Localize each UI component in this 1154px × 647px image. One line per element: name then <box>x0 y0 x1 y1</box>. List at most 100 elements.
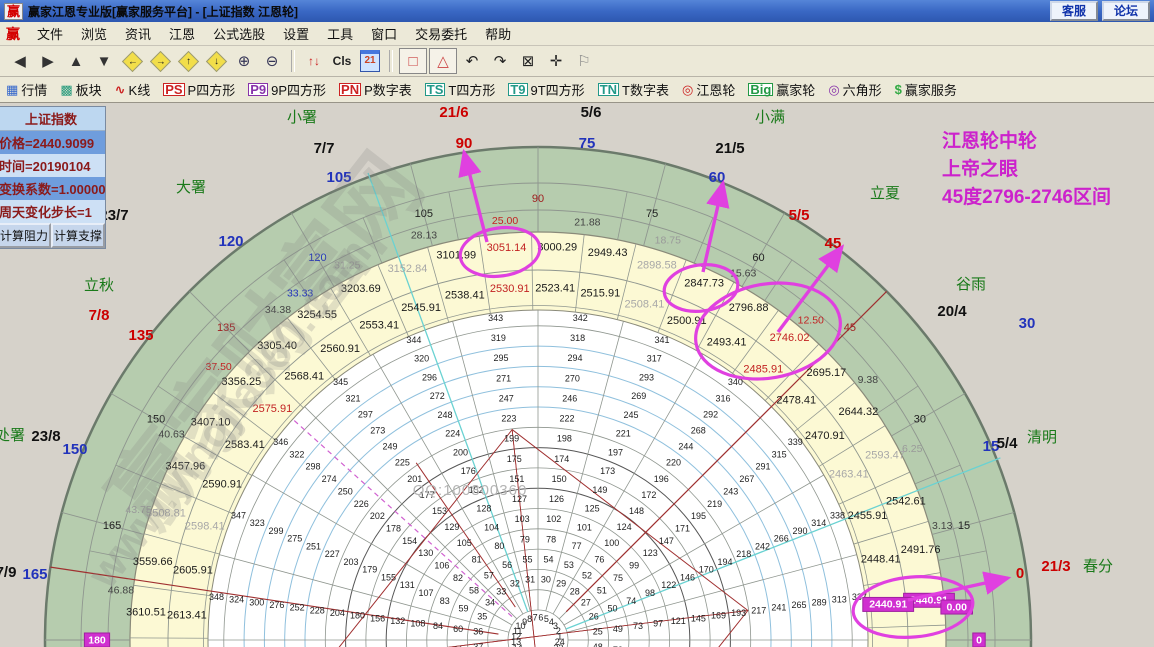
wheel-label: 204 <box>330 608 345 618</box>
wheel-label: 145 <box>691 613 706 623</box>
wheel-label: 324 <box>229 595 244 605</box>
wheel-label: 345 <box>333 377 348 387</box>
wheel-label: 275 <box>287 534 302 544</box>
wheel-label: 103 <box>515 514 530 524</box>
wheel-label: 34 <box>485 598 495 608</box>
wheel-label: 132 <box>390 616 405 626</box>
view-icon-9T四方形: T9 <box>508 83 527 96</box>
tool-↓-button[interactable]: ↓ <box>203 49 229 73</box>
wheel-label: 15 <box>958 520 970 532</box>
tool-⚐-button[interactable]: ⚐ <box>571 49 597 73</box>
wheel-label: 27 <box>581 598 591 608</box>
quote-row: 价格=2440.9099 <box>0 131 105 154</box>
wheel-label: 274 <box>322 474 337 484</box>
wheel-label: 53 <box>564 560 574 570</box>
view-button-赢家服务[interactable]: $赢家服务 <box>895 80 957 99</box>
wheel-label: 318 <box>570 333 585 343</box>
wheel-label: 30 <box>541 575 551 585</box>
solar-term-label: 小满 <box>755 109 785 126</box>
view-button-K线[interactable]: ∿K线 <box>115 80 151 99</box>
view-button-T四方形[interactable]: TST四方形 <box>425 80 496 99</box>
quote-row: 时间=20190104 <box>0 154 105 177</box>
wheel-label: 221 <box>616 429 631 439</box>
view-label: T数字表 <box>622 80 669 99</box>
tool-↑↓-button[interactable]: ↑↓ <box>301 49 327 73</box>
tool-↷-button[interactable]: ↷ <box>487 49 513 73</box>
tool-←-button[interactable]: ← <box>119 49 145 73</box>
wheel-label: 248 <box>437 410 452 420</box>
wheel-label: 243 <box>723 486 738 496</box>
wheel-label: 246 <box>562 393 577 403</box>
wheel-label: 153 <box>432 506 447 516</box>
wheel-label: 175 <box>507 454 522 464</box>
menu-item-资讯[interactable]: 资讯 <box>116 22 160 45</box>
view-icon-江恩轮: ◎ <box>682 82 693 98</box>
tool-⊖-button[interactable]: ⊖ <box>259 49 285 73</box>
tool-▶-button[interactable]: ▶ <box>35 49 61 73</box>
menu-item-帮助[interactable]: 帮助 <box>476 22 520 45</box>
wheel-label: 322 <box>289 449 304 459</box>
wheel-label: 293 <box>639 372 654 382</box>
tool-↶-button[interactable]: ↶ <box>459 49 485 73</box>
tool-Cls-button[interactable]: Cls <box>329 49 355 73</box>
quote-panel-rows: 价格=2440.9099时间=20190104变换系数=1.00000周天变化步… <box>0 131 105 223</box>
tool-→-button[interactable]: → <box>147 49 173 73</box>
quote-row: 周天变化步长=1 <box>0 200 105 223</box>
date-label: 21/6 <box>439 104 468 121</box>
wheel-label: 227 <box>325 549 340 559</box>
view-button-六角形[interactable]: ◎六角形 <box>828 80 881 99</box>
wheel-label: 37 <box>473 642 483 647</box>
view-button-赢家轮[interactable]: Big赢家轮 <box>748 80 815 99</box>
date-label: 5/5 <box>789 207 810 224</box>
view-label: 赢家服务 <box>905 80 957 99</box>
view-button-板块[interactable]: ▩板块 <box>60 80 101 99</box>
titlebar-button-客服[interactable]: 客服 <box>1050 1 1098 21</box>
date-label: 21/5 <box>715 140 744 157</box>
wheel-label: 97 <box>653 619 663 629</box>
wheel-label: 219 <box>707 499 722 509</box>
menu-item-交易委托[interactable]: 交易委托 <box>406 22 476 45</box>
wheel-label: 45 <box>844 322 856 334</box>
tool-↑-button[interactable]: ↑ <box>175 49 201 73</box>
view-button-江恩轮[interactable]: ◎江恩轮 <box>682 80 735 99</box>
wheel-label: 60 <box>453 624 463 634</box>
menu-item-浏览[interactable]: 浏览 <box>72 22 116 45</box>
view-button-行情[interactable]: ▦行情 <box>6 80 47 99</box>
wheel-label: 297 <box>358 409 373 419</box>
wheel-label: 108 <box>410 619 425 629</box>
menu-item-窗口[interactable]: 窗口 <box>362 22 406 45</box>
tool-□-button[interactable]: □ <box>399 48 427 74</box>
tool-⊕-button[interactable]: ⊕ <box>231 49 257 73</box>
menu-item-工具[interactable]: 工具 <box>318 22 362 45</box>
wheel-label: 155 <box>381 572 396 582</box>
tool-△-button[interactable]: △ <box>429 48 457 74</box>
view-button-9T四方形[interactable]: T99T四方形 <box>508 80 584 99</box>
view-button-P数字表[interactable]: PNP数字表 <box>339 80 412 99</box>
view-button-9P四方形[interactable]: P99P四方形 <box>248 80 326 99</box>
wheel-label: 25.00 <box>492 215 518 227</box>
solar-term-label: 立秋 <box>84 277 114 294</box>
wheel-label: 2553.41 <box>359 320 399 332</box>
wheel-label: 36 <box>473 627 483 637</box>
wheel-label: 228 <box>310 605 325 615</box>
wheel-label: 320 <box>414 354 429 364</box>
menu-item-江恩[interactable]: 江恩 <box>160 22 204 45</box>
view-button-P四方形[interactable]: PSP四方形 <box>163 80 235 99</box>
tool-✛-button[interactable]: ✛ <box>543 49 569 73</box>
tool-▲-button[interactable]: ▲ <box>63 49 89 73</box>
tool-21-button[interactable]: 21 <box>357 49 383 73</box>
wheel-label: 265 <box>792 600 807 610</box>
tool-⊠-button[interactable]: ⊠ <box>515 49 541 73</box>
wheel-label: 0 <box>976 634 982 646</box>
menu-item-公式选股[interactable]: 公式选股 <box>204 22 274 45</box>
menu-item-文件[interactable]: 文件 <box>28 22 72 45</box>
wheel-label: 149 <box>592 485 607 495</box>
menu-item-设置[interactable]: 设置 <box>274 22 318 45</box>
view-button-T数字表[interactable]: TNT数字表 <box>598 80 669 99</box>
titlebar-button-论坛[interactable]: 论坛 <box>1102 1 1150 21</box>
panel-button-计算支撑[interactable]: 计算支撑 <box>51 223 105 248</box>
tool-▼-button[interactable]: ▼ <box>91 49 117 73</box>
wheel-label: 59 <box>459 604 469 614</box>
tool-◀-button[interactable]: ◀ <box>7 49 33 73</box>
panel-button-计算阻力[interactable]: 计算阻力 <box>0 223 51 248</box>
